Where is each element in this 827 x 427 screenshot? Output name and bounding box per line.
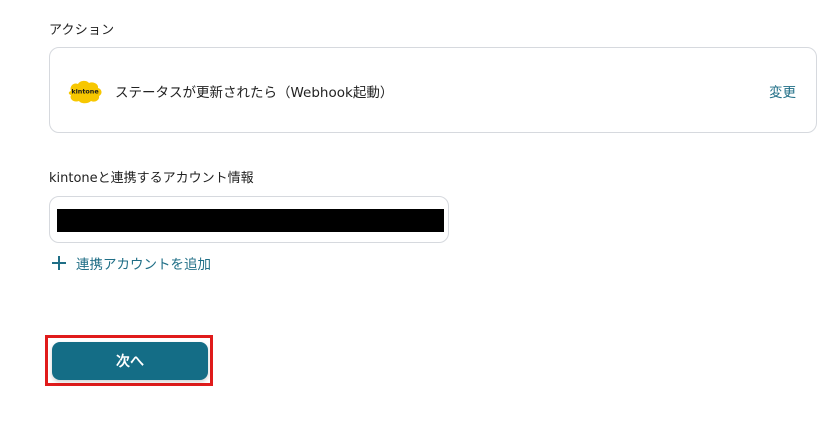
add-account-label: 連携アカウントを追加: [76, 257, 211, 273]
redacted-account-value: [57, 209, 444, 232]
kintone-logo-icon: kintone: [65, 77, 105, 105]
action-trigger-text: ステータスが更新されたら（Webhook起動）: [115, 85, 394, 101]
plus-icon: [51, 255, 67, 271]
page: アクション kintone ステータスが更新されたら（Webhook起動） 変更…: [0, 0, 827, 427]
add-account-link[interactable]: 連携アカウントを追加: [51, 253, 211, 273]
action-card[interactable]: kintone ステータスが更新されたら（Webhook起動） 変更: [49, 47, 817, 133]
kintone-logo-text: kintone: [71, 88, 99, 96]
next-button[interactable]: 次へ: [52, 342, 208, 380]
account-info-label: kintoneと連携するアカウント情報: [49, 171, 254, 186]
action-section-label: アクション: [49, 23, 115, 38]
account-select[interactable]: [49, 196, 449, 243]
change-link[interactable]: 変更: [769, 81, 796, 101]
